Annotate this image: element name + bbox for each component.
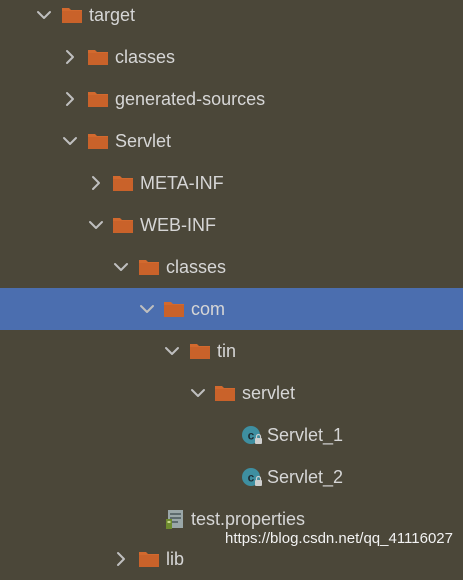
tree-item-web-inf[interactable]: WEB-INF (0, 204, 463, 246)
java-class-icon (240, 423, 264, 447)
folder-icon (111, 171, 135, 195)
folder-icon (162, 297, 186, 321)
chevron-down-icon[interactable] (137, 299, 157, 319)
tree-item-label: tin (217, 341, 237, 361)
tree-item-web-inf-classes[interactable]: classes (0, 246, 463, 288)
folder-icon (60, 3, 84, 27)
tree-item-com[interactable]: com (0, 288, 463, 330)
tree-item-label: target (89, 5, 136, 25)
properties-file-icon (164, 507, 188, 531)
tree-item-label: WEB-INF (140, 215, 216, 235)
folder-icon (86, 45, 110, 69)
tree-item-label: Servlet (115, 131, 172, 151)
tree-item-servlet-1[interactable]: Servlet_1 (0, 414, 463, 456)
tree-item-label: META-INF (140, 173, 224, 193)
chevron-down-icon[interactable] (162, 341, 182, 361)
tree-item-label: generated-sources (115, 89, 266, 109)
tree-item-label: classes (115, 47, 176, 67)
chevron-down-icon[interactable] (34, 5, 54, 25)
chevron-down-icon[interactable] (188, 383, 208, 403)
tree-item-label: classes (166, 257, 227, 277)
tree-item-servlet-2[interactable]: Servlet_2 (0, 456, 463, 498)
tree-item-classes[interactable]: classes (0, 36, 463, 78)
folder-icon (188, 339, 212, 363)
tree-item-label: lib (166, 549, 185, 569)
watermark-url: https://blog.csdn.net/qq_41116027 (225, 530, 453, 547)
chevron-down-icon[interactable] (86, 215, 106, 235)
tree-item-meta-inf[interactable]: META-INF (0, 162, 463, 204)
project-tree: target classes generated-sources Servlet… (0, 0, 463, 569)
chevron-right-icon[interactable] (111, 549, 131, 569)
chevron-right-icon[interactable] (60, 47, 80, 67)
chevron-down-icon[interactable] (111, 257, 131, 277)
tree-item-label: servlet (242, 383, 296, 403)
chevron-down-icon[interactable] (60, 131, 80, 151)
folder-icon (213, 381, 237, 405)
tree-item-tin[interactable]: tin (0, 330, 463, 372)
tree-item-servlet-package[interactable]: servlet (0, 372, 463, 414)
tree-item-servlet-module[interactable]: Servlet (0, 120, 463, 162)
folder-icon (86, 129, 110, 153)
folder-icon (111, 213, 135, 237)
tree-item-generated-sources[interactable]: generated-sources (0, 78, 463, 120)
tree-item-label: com (191, 299, 226, 319)
chevron-right-icon[interactable] (86, 173, 106, 193)
folder-icon (137, 255, 161, 279)
tree-item-label: Servlet_2 (267, 467, 344, 487)
folder-icon (86, 87, 110, 111)
chevron-right-icon[interactable] (60, 89, 80, 109)
tree-item-target[interactable]: target (0, 0, 463, 36)
tree-item-label: Servlet_1 (267, 425, 344, 445)
folder-icon (137, 547, 161, 571)
java-class-icon (240, 465, 264, 489)
